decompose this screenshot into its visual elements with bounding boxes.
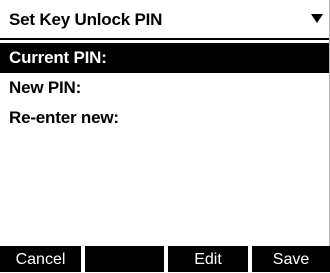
screen-title: Set Key Unlock PIN: [9, 10, 163, 29]
current-pin-label: Current PIN:: [9, 48, 107, 67]
down-triangle-icon[interactable]: [311, 14, 323, 23]
reenter-new-pin-field[interactable]: Re-enter new:: [0, 103, 329, 133]
title-bar[interactable]: Set Key Unlock PIN: [0, 0, 329, 40]
save-softkey[interactable]: Save: [252, 246, 330, 272]
current-pin-field[interactable]: Current PIN:: [0, 43, 329, 73]
phone-screen: Set Key Unlock PIN Current PIN: New PIN:…: [0, 0, 330, 272]
cancel-softkey[interactable]: Cancel: [0, 246, 81, 272]
blank-softkey[interactable]: [85, 246, 164, 272]
softkey-bar: Cancel Edit Save: [0, 246, 330, 272]
reenter-new-pin-label: Re-enter new:: [9, 108, 119, 127]
new-pin-field[interactable]: New PIN:: [0, 73, 329, 103]
pin-field-list: Current PIN: New PIN: Re-enter new:: [0, 43, 329, 133]
new-pin-label: New PIN:: [9, 78, 82, 97]
edit-softkey[interactable]: Edit: [168, 246, 248, 272]
